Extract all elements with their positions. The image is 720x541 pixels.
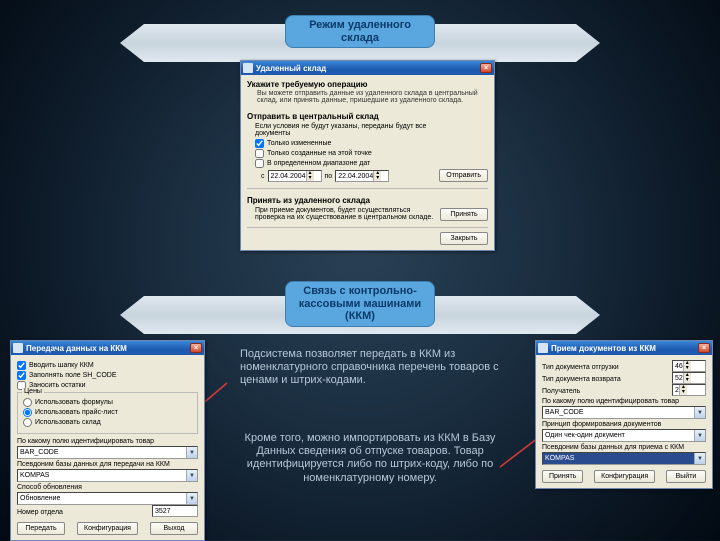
close-icon[interactable]: × — [480, 63, 492, 73]
lbl-princ: Принцип формирования документов — [542, 421, 706, 428]
config-button[interactable]: Конфигурация — [594, 470, 655, 483]
dept-input[interactable]: 3527 — [152, 505, 198, 517]
send-sub: Если условия не будут указаны, переданы … — [255, 123, 433, 137]
lbl-upd: Способ обновления — [17, 484, 198, 491]
lbl-ident: По какому полю идентифицировать товар — [17, 438, 198, 445]
r-formulas[interactable]: Использовать формулы — [23, 398, 192, 407]
price-legend: Цены — [22, 388, 44, 395]
desc-recv: Кроме того, можно импортировать из ККМ в… — [225, 432, 515, 485]
cb-date-range[interactable]: В определенном диапазоне дат — [255, 159, 433, 168]
chevron-down-icon: ▼ — [694, 407, 705, 418]
instr-sub: Вы можете отправить данные из удаленного… — [257, 90, 488, 104]
pseudo-select[interactable]: KOMPAS▼ — [542, 452, 706, 465]
r-warehouse[interactable]: Использовать склад — [23, 418, 192, 427]
cb-only-this-point[interactable]: Только созданные на этой точке — [255, 149, 433, 158]
app-icon — [13, 343, 23, 353]
r-pricelist[interactable]: Использовать прайс-лист — [23, 408, 192, 417]
chevron-down-icon: ▼ — [186, 493, 197, 504]
chevron-down-icon: ▼ — [694, 453, 705, 464]
send-button[interactable]: Передать — [17, 522, 65, 535]
app-icon — [538, 343, 548, 353]
date-from-input[interactable]: 22.04.2004▴▾ — [268, 170, 322, 182]
cb-stock[interactable]: Заносить остатки — [17, 381, 198, 390]
lbl-pseudo: Псевдоним базы данных для приема с ККМ — [542, 444, 706, 451]
from-label: с — [261, 173, 265, 180]
receive-button[interactable]: Принять — [440, 208, 488, 221]
recv-sub: При приеме документов, будет осуществлят… — [255, 207, 434, 221]
ship-input[interactable]: 46▴▾ — [672, 360, 706, 372]
lbl-ident: По какому полю идентифицировать товар — [542, 398, 706, 405]
close-icon[interactable]: × — [698, 343, 710, 353]
receive-button[interactable]: Принять — [542, 470, 583, 483]
desc-send: Подсистема позволяет передать в ККМ из н… — [240, 348, 500, 388]
send-button[interactable]: Отправить — [439, 169, 488, 182]
banner-mid: Связь с контрольно-кассовыми машинами (К… — [285, 281, 435, 327]
ident-select[interactable]: BAR_CODE▼ — [542, 406, 706, 419]
titlebar[interactable]: Прием документов из ККМ × — [536, 341, 712, 355]
remote-warehouse-window: Удаленный склад × Укажите требуемую опер… — [240, 60, 495, 251]
chevron-down-icon: ▼ — [694, 430, 705, 441]
lbl-ship: Тип документа отгрузки — [542, 364, 666, 371]
config-button[interactable]: Конфигурация — [77, 522, 138, 535]
lbl-pseudo: Псевдоним базы данных для передачи на КК… — [17, 461, 198, 468]
window-title: Удаленный склад — [256, 64, 326, 73]
kkm-recv-window: Прием документов из ККМ × Тип документа … — [535, 340, 713, 489]
close-button[interactable]: Закрыть — [440, 232, 488, 245]
exit-button[interactable]: Выход — [150, 522, 198, 535]
send-heading: Отправить в центральный склад — [247, 112, 433, 121]
instr-heading: Укажите требуемую операцию — [247, 80, 488, 89]
price-group: Цены Использовать формулы Использовать п… — [17, 392, 198, 434]
date-to-input[interactable]: 22.04.2004▴▾ — [335, 170, 389, 182]
kkm-send-window: Передача данных на ККМ × Вводить шапку К… — [10, 340, 205, 541]
lbl-ret: Тип документа возврата — [542, 376, 666, 383]
exit-button[interactable]: Выйти — [666, 470, 706, 483]
ident-select[interactable]: BAR_CODE▼ — [17, 446, 198, 459]
banner-top: Режим удаленного склада — [285, 15, 435, 48]
recv-input[interactable]: 2▴▾ — [672, 384, 706, 396]
cb-header[interactable]: Вводить шапку ККМ — [17, 361, 198, 370]
lbl-dept: Номер отдела — [17, 509, 146, 516]
close-icon[interactable]: × — [190, 343, 202, 353]
princ-select[interactable]: Один чек-один документ▼ — [542, 429, 706, 442]
to-label: по — [325, 173, 333, 180]
chevron-down-icon: ▼ — [186, 470, 197, 481]
pseudo-select[interactable]: KOMPAS▼ — [17, 469, 198, 482]
cb-only-changed[interactable]: Только измененные — [255, 139, 433, 148]
ret-input[interactable]: 52▴▾ — [672, 372, 706, 384]
window-title: Прием документов из ККМ — [551, 344, 656, 353]
window-title: Передача данных на ККМ — [26, 344, 127, 353]
app-icon — [243, 63, 253, 73]
cb-shcode[interactable]: Заполнять поле SH_CODE — [17, 371, 198, 380]
chevron-down-icon: ▼ — [186, 447, 197, 458]
recv-heading: Принять из удаленного склада — [247, 196, 434, 205]
titlebar[interactable]: Передача данных на ККМ × — [11, 341, 204, 355]
titlebar[interactable]: Удаленный склад × — [241, 61, 494, 75]
update-select[interactable]: Обновление▼ — [17, 492, 198, 505]
lbl-recv: Получатель — [542, 388, 666, 395]
